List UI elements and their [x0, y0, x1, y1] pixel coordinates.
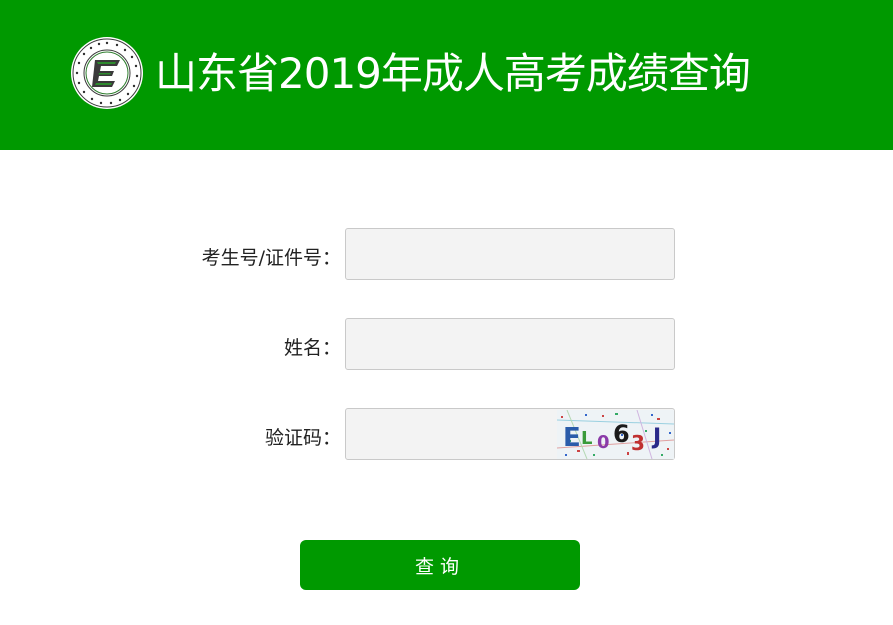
header-banner: 山东省2019年成人高考成绩查询: [0, 0, 893, 150]
svg-text:6: 6: [613, 420, 630, 448]
captcha-image[interactable]: E L 0 6 3 J: [557, 410, 674, 459]
shandong-education-logo-icon: [71, 37, 143, 109]
candidate-id-input[interactable]: [345, 228, 675, 280]
captcha-label: 验证码：: [264, 427, 341, 449]
name-label: 姓名：: [283, 337, 341, 359]
name-input[interactable]: [345, 318, 675, 370]
captcha-noise-icon: E L 0 6 3 J: [557, 410, 674, 459]
svg-text:J: J: [651, 425, 661, 450]
name-row: 姓名：: [0, 318, 893, 372]
captcha-row: 验证码： E L 0 6 3 J: [0, 408, 893, 462]
page: 山东省2019年成人高考成绩查询 考生号/证件号： 姓名： 验证码： E L 0…: [0, 0, 893, 625]
logo: [70, 36, 144, 110]
candidate-id-row: 考生号/证件号：: [0, 228, 893, 282]
query-button[interactable]: 查询: [300, 540, 580, 590]
svg-text:E: E: [563, 423, 581, 453]
svg-text:L: L: [581, 428, 592, 449]
page-title: 山东省2019年成人高考成绩查询: [155, 49, 751, 98]
candidate-id-label: 考生号/证件号：: [201, 247, 341, 269]
svg-text:3: 3: [631, 431, 645, 455]
svg-text:0: 0: [597, 432, 610, 453]
